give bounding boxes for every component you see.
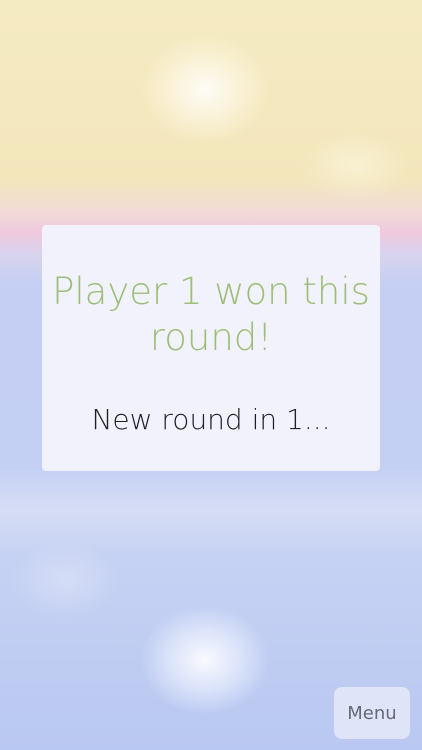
top-zone-highlight xyxy=(300,130,410,200)
round-winner-message: Player 1 won this round! xyxy=(52,270,370,359)
player-2-zone-glow xyxy=(140,35,270,145)
round-result-dialog: Player 1 won this round! New round in 1.… xyxy=(42,225,380,471)
menu-button[interactable]: Menu xyxy=(334,687,410,739)
player-1-zone-glow xyxy=(140,605,270,715)
bottom-zone-highlight xyxy=(10,540,120,620)
new-round-countdown: New round in 1... xyxy=(91,403,331,436)
